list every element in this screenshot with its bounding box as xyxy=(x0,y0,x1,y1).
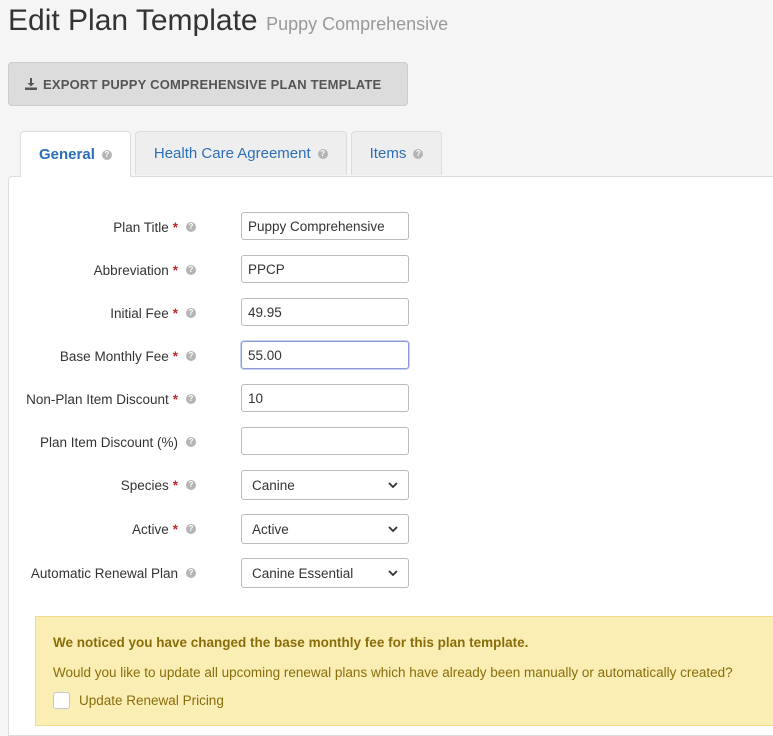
active-select[interactable]: Active xyxy=(241,514,409,544)
chevron-down-icon xyxy=(388,570,398,577)
plan-title-label: Plan Title xyxy=(113,219,169,235)
species-label: Species xyxy=(120,477,169,493)
initial-fee-label: Initial Fee xyxy=(110,305,169,321)
species-selected-value: Canine xyxy=(252,477,295,493)
update-renewal-pricing-label[interactable]: Update Renewal Pricing xyxy=(79,693,224,708)
species-select[interactable]: Canine xyxy=(241,470,409,500)
tab-general-label: General xyxy=(39,146,95,163)
form-row-non-plan-item-discount: Non-Plan Item Discount * ? 10 xyxy=(9,384,773,414)
plan-item-discount-label: Plan Item Discount (%) xyxy=(39,434,178,450)
help-icon[interactable]: ? xyxy=(413,148,424,159)
form-row-initial-fee: Initial Fee * ? 49.95 xyxy=(9,298,773,328)
export-plan-template-button[interactable]: EXPORT PUPPY COMPREHENSIVE PLAN TEMPLATE xyxy=(8,62,408,106)
notice-title: We noticed you have changed the base mon… xyxy=(53,635,529,650)
form-row-automatic-renewal-plan: Automatic Renewal Plan ? Canine Essentia… xyxy=(9,558,773,588)
automatic-renewal-plan-label: Automatic Renewal Plan xyxy=(30,565,178,581)
field-label: Initial Fee * ? xyxy=(110,298,196,328)
field-label: Abbreviation * ? xyxy=(94,255,196,285)
tab-bar: General ? Health Care Agreement ? Items … xyxy=(20,131,446,177)
form-row-base-monthly-fee: Base Monthly Fee * ? 55.00 xyxy=(9,341,773,371)
base-monthly-fee-label: Base Monthly Fee xyxy=(59,348,169,364)
field-label: Automatic Renewal Plan ? xyxy=(31,558,196,588)
abbreviation-label: Abbreviation xyxy=(93,262,169,278)
form-row-plan-item-discount: Plan Item Discount (%) ? xyxy=(9,427,773,457)
help-icon[interactable]: ? xyxy=(186,437,196,447)
form-row-plan-title: Plan Title * ? Puppy Comprehensive xyxy=(9,212,773,242)
download-icon xyxy=(25,78,37,90)
page-title-main: Edit Plan Template xyxy=(8,4,258,37)
field-label: Non-Plan Item Discount * ? xyxy=(26,384,196,414)
plan-item-discount-input[interactable] xyxy=(241,427,409,455)
required-asterisk: * xyxy=(172,521,178,537)
field-label: Plan Title * ? xyxy=(113,212,196,242)
notice-question: Would you like to update all upcoming re… xyxy=(53,665,733,680)
chevron-down-icon xyxy=(388,482,398,489)
active-selected-value: Active xyxy=(252,521,289,537)
field-label: Plan Item Discount (%) ? xyxy=(40,427,196,457)
export-button-label: EXPORT PUPPY COMPREHENSIVE PLAN TEMPLATE xyxy=(43,76,382,92)
non-plan-item-discount-label: Non-Plan Item Discount xyxy=(26,391,169,407)
page-subtitle: Puppy Comprehensive xyxy=(266,14,449,34)
chevron-down-icon xyxy=(388,526,398,533)
required-asterisk: * xyxy=(172,391,178,407)
automatic-renewal-plan-select[interactable]: Canine Essential xyxy=(241,558,409,588)
renewal-pricing-notice: We noticed you have changed the base mon… xyxy=(35,616,773,726)
update-renewal-pricing-option[interactable]: Update Renewal Pricing xyxy=(53,692,224,709)
tab-general[interactable]: General ? xyxy=(20,131,131,177)
help-icon[interactable]: ? xyxy=(186,351,196,361)
field-label: Base Monthly Fee * ? xyxy=(60,341,196,371)
required-asterisk: * xyxy=(172,262,178,278)
form-row-species: Species * ? Canine xyxy=(9,470,773,500)
tab-health-care-agreement-label: Health Care Agreement xyxy=(153,145,311,162)
non-plan-item-discount-input[interactable]: 10 xyxy=(241,384,409,412)
field-label: Species * ? xyxy=(121,470,196,500)
update-renewal-pricing-checkbox[interactable] xyxy=(53,692,70,709)
help-icon[interactable]: ? xyxy=(186,524,196,534)
help-icon[interactable]: ? xyxy=(186,394,196,404)
abbreviation-input[interactable]: PPCP xyxy=(241,255,409,283)
active-label: Active xyxy=(131,521,169,537)
help-icon[interactable]: ? xyxy=(101,149,112,160)
base-monthly-fee-input[interactable]: 55.00 xyxy=(241,341,409,369)
tab-items[interactable]: Items ? xyxy=(350,131,443,175)
automatic-renewal-plan-selected-value: Canine Essential xyxy=(252,565,354,581)
help-icon[interactable]: ? xyxy=(186,265,196,275)
initial-fee-input[interactable]: 49.95 xyxy=(241,298,409,326)
tab-items-label: Items xyxy=(369,145,407,162)
plan-title-input[interactable]: Puppy Comprehensive xyxy=(241,212,409,240)
page-title: Edit Plan Template Puppy Comprehensive xyxy=(8,4,448,38)
required-asterisk: * xyxy=(172,477,178,493)
help-icon[interactable]: ? xyxy=(317,148,328,159)
form-row-active: Active * ? Active xyxy=(9,514,773,544)
required-asterisk: * xyxy=(172,305,178,321)
help-icon[interactable]: ? xyxy=(186,568,196,578)
required-asterisk: * xyxy=(172,219,178,235)
tab-health-care-agreement[interactable]: Health Care Agreement ? xyxy=(134,131,347,175)
form-row-abbreviation: Abbreviation * ? PPCP xyxy=(9,255,773,285)
help-icon[interactable]: ? xyxy=(186,480,196,490)
help-icon[interactable]: ? xyxy=(186,222,196,232)
field-label: Active * ? xyxy=(132,514,196,544)
help-icon[interactable]: ? xyxy=(186,308,196,318)
required-asterisk: * xyxy=(172,348,178,364)
